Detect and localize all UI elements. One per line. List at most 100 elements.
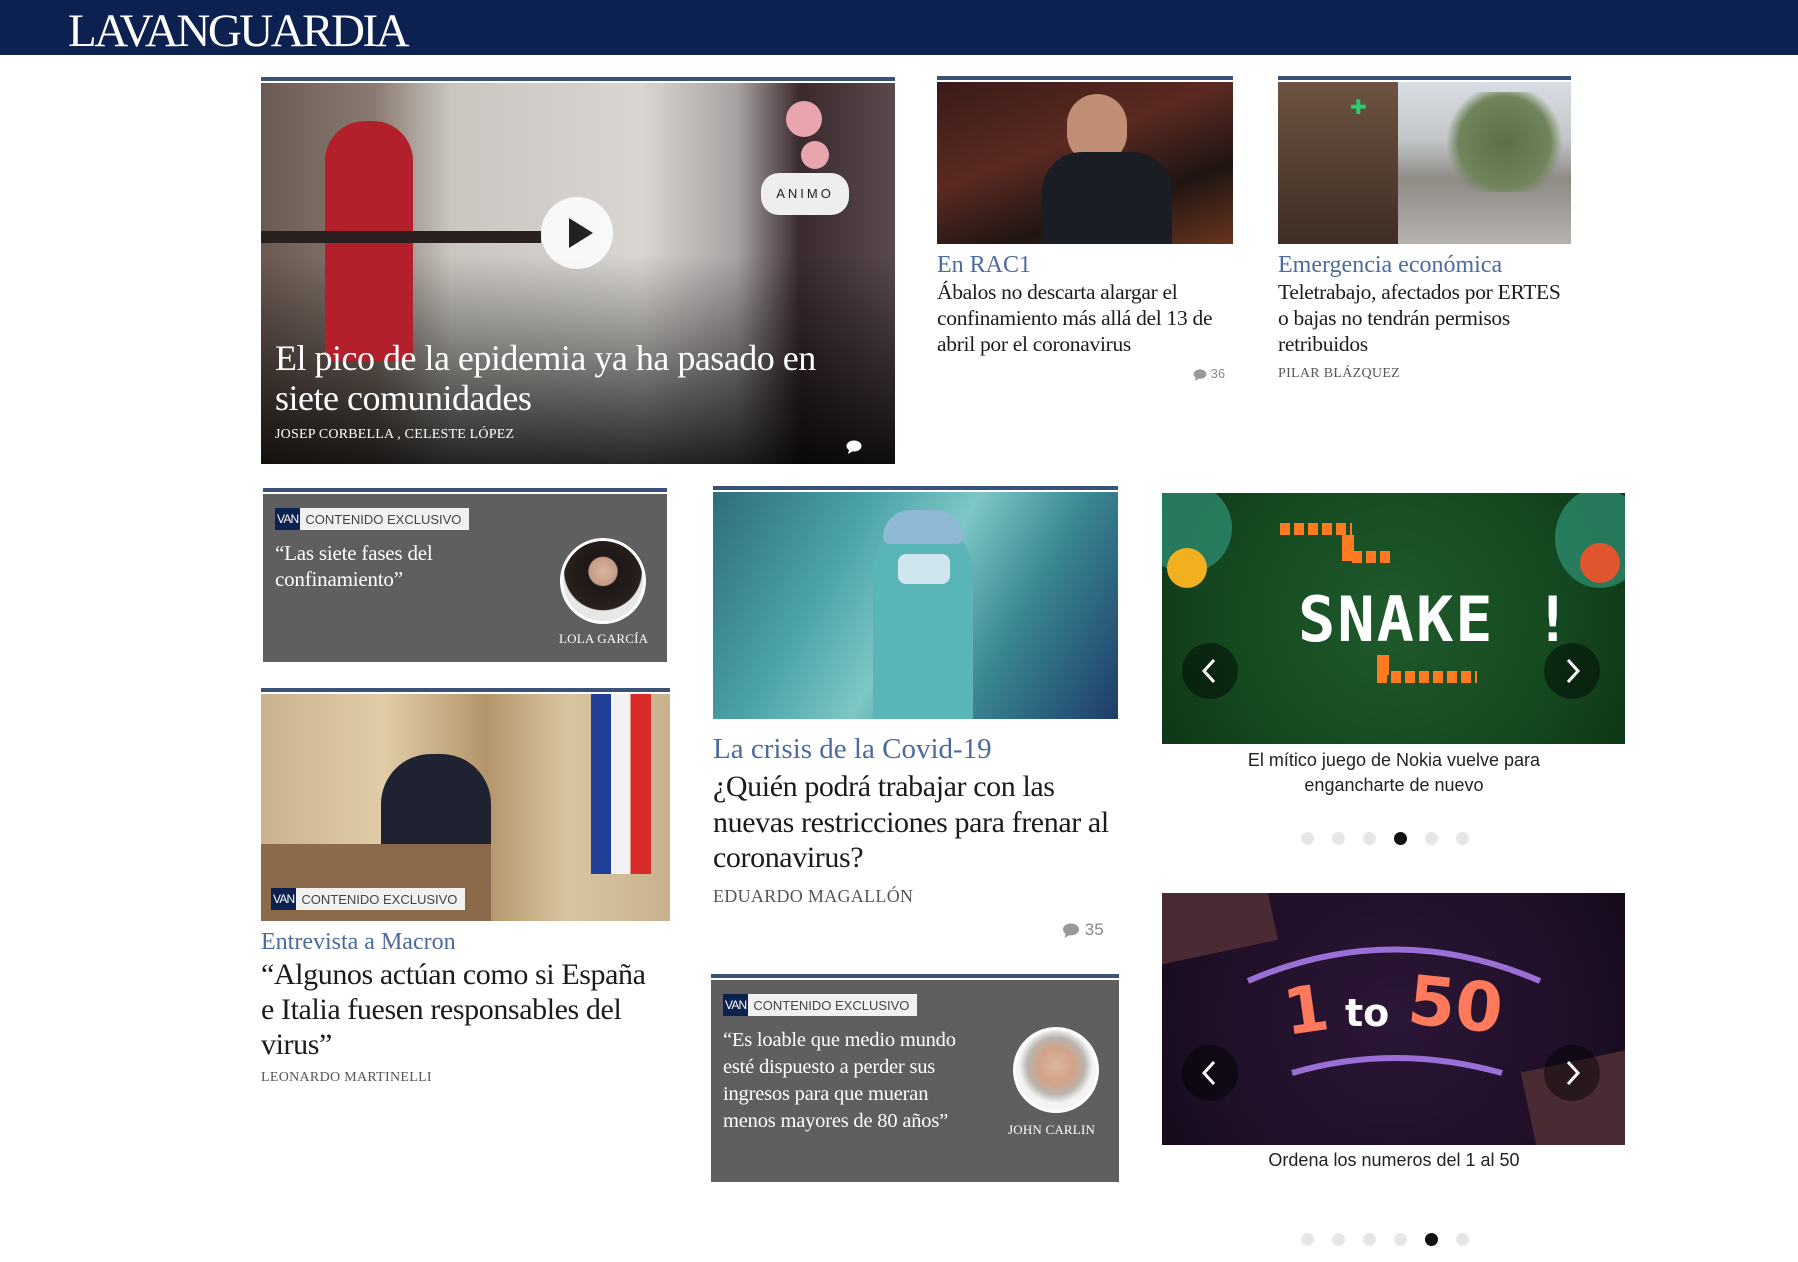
- opinion-quote[interactable]: “Es loable que medio mundo esté dispuest…: [723, 1027, 973, 1135]
- chevron-left-icon: [1201, 1060, 1216, 1086]
- opinion-carlin[interactable]: VAN CONTENIDO EXCLUSIVO “Es loable que m…: [711, 974, 1119, 1182]
- opinion-box[interactable]: VAN CONTENIDO EXCLUSIVO “Es loable que m…: [711, 980, 1119, 1182]
- game-1to50-caption[interactable]: Ordena los numeros del 1 al 50: [1212, 1148, 1576, 1173]
- opinion-author[interactable]: LOLA GARCÍA: [559, 631, 648, 647]
- opinion-author[interactable]: JOHN CARLIN: [1008, 1122, 1095, 1138]
- play-icon[interactable]: [541, 197, 613, 269]
- leaf-decor: [1167, 548, 1207, 588]
- carousel-dot[interactable]: [1363, 832, 1376, 845]
- exclusive-badge: VAN CONTENIDO EXCLUSIVO: [723, 994, 918, 1016]
- mask-shape: [898, 554, 950, 584]
- story-headline[interactable]: Ábalos no descarta alargar el confinamie…: [937, 279, 1233, 357]
- card-top-line: [1278, 76, 1571, 80]
- carousel-dot[interactable]: [1394, 1233, 1407, 1246]
- story-kicker[interactable]: En RAC1: [937, 252, 1031, 278]
- building-shape: [1278, 82, 1398, 244]
- story-headline[interactable]: “Algunos actúan como si España e Italia …: [261, 957, 661, 1062]
- card-top-line: [713, 486, 1118, 490]
- title-art-to: to: [1345, 991, 1390, 1035]
- story-author[interactable]: LEONARDO MARTINELLI: [261, 1070, 432, 1086]
- snake-title: SNAKE !: [1298, 583, 1574, 656]
- carousel-dot-active[interactable]: [1425, 1233, 1438, 1246]
- snake-body-shape: [1280, 523, 1352, 535]
- badge-label: CONTENIDO EXCLUSIVO: [301, 891, 458, 907]
- badge-label: CONTENIDO EXCLUSIVO: [753, 997, 910, 1013]
- card-top-line: [261, 77, 895, 81]
- comment-count-value: 35: [1084, 920, 1104, 939]
- carousel-dot[interactable]: [1425, 832, 1438, 845]
- comment-icon: [1193, 368, 1207, 381]
- site-logo[interactable]: LAVANGUARDIA: [68, 6, 410, 56]
- opinion-garcia[interactable]: VAN CONTENIDO EXCLUSIVO “Las siete fases…: [263, 488, 667, 662]
- carousel-dots: [1301, 1233, 1469, 1246]
- title-art-1: 1: [1279, 971, 1334, 1051]
- carousel-next-button[interactable]: [1544, 643, 1600, 699]
- story-covid-image[interactable]: [713, 492, 1118, 719]
- carousel-next-button[interactable]: [1544, 1045, 1600, 1101]
- story-headline[interactable]: ¿Quién podrá trabajar con las nuevas res…: [713, 769, 1118, 876]
- snake-body-shape: [1377, 671, 1477, 683]
- carousel-prev-button[interactable]: [1182, 643, 1238, 699]
- story-teletrabajo[interactable]: ✚ Emergencia económica Teletrabajo, afec…: [1278, 76, 1571, 386]
- comment-count[interactable]: 35: [1062, 920, 1104, 940]
- game-snake-banner[interactable]: SNAKE !: [1162, 493, 1625, 744]
- hero-sign: ANIMO: [761, 173, 849, 215]
- hero-railing-shape: [261, 231, 541, 243]
- exclusive-badge: VAN CONTENIDO EXCLUSIVO: [275, 508, 470, 530]
- story-teletrabajo-image[interactable]: ✚: [1278, 82, 1571, 244]
- top-bar: LAVANGUARDIA: [0, 0, 1798, 56]
- hero-story[interactable]: ANIMO El pico de la epidemia ya ha pasad…: [261, 77, 895, 464]
- trees-shape: [1438, 92, 1571, 192]
- pharmacy-cross-icon: ✚: [1350, 95, 1367, 119]
- story-macron-image[interactable]: VAN CONTENIDO EXCLUSIVO: [261, 694, 670, 921]
- carousel-dot[interactable]: [1332, 832, 1345, 845]
- badge-label: CONTENIDO EXCLUSIVO: [305, 511, 462, 527]
- snake-body-shape: [1352, 551, 1390, 563]
- hero-headline[interactable]: El pico de la epidemia ya ha pasado en s…: [275, 338, 875, 418]
- comment-count-value: 36: [1210, 366, 1226, 381]
- chevron-right-icon: [1566, 1060, 1581, 1086]
- carousel-dot[interactable]: [1301, 832, 1314, 845]
- story-macron[interactable]: VAN CONTENIDO EXCLUSIVO Entrevista a Mac…: [261, 688, 670, 1088]
- chevron-right-icon: [1566, 658, 1581, 684]
- story-headline[interactable]: Teletrabajo, afectados por ERTES o bajas…: [1278, 279, 1571, 357]
- story-covid[interactable]: La crisis de la Covid-19 ¿Quién podrá tr…: [713, 486, 1118, 946]
- story-kicker[interactable]: La crisis de la Covid-19: [713, 733, 992, 765]
- carousel-prev-button[interactable]: [1182, 1045, 1238, 1101]
- person-shape: [873, 522, 973, 719]
- suit-shape: [1042, 152, 1172, 244]
- story-kicker[interactable]: Entrevista a Macron: [261, 929, 456, 955]
- comment-icon[interactable]: [846, 440, 862, 459]
- carousel-dot-active[interactable]: [1394, 832, 1407, 845]
- carousel-dot[interactable]: [1363, 1233, 1376, 1246]
- card-top-line: [937, 76, 1233, 80]
- decor-dot: [801, 141, 829, 169]
- comment-icon: [1062, 923, 1080, 939]
- story-kicker[interactable]: Emergencia económica: [1278, 252, 1502, 278]
- card-top-line: [263, 488, 667, 492]
- game-snake-caption[interactable]: El mítico juego de Nokia vuelve para eng…: [1212, 748, 1576, 798]
- opinion-quote[interactable]: “Las siete fases del confinamiento”: [275, 540, 495, 592]
- opinion-box[interactable]: VAN CONTENIDO EXCLUSIVO “Las siete fases…: [263, 494, 667, 662]
- van-logo: VAN: [275, 508, 301, 530]
- carousel-dot[interactable]: [1332, 1233, 1345, 1246]
- author-avatar[interactable]: [1013, 1027, 1099, 1113]
- story-rac1-image[interactable]: [937, 82, 1233, 244]
- van-logo: VAN: [271, 888, 297, 910]
- story-author[interactable]: PILAR BLÁZQUEZ: [1278, 366, 1400, 382]
- title-art-50: 50: [1404, 961, 1507, 1050]
- comment-count[interactable]: 36: [1193, 366, 1225, 381]
- story-rac1[interactable]: En RAC1 Ábalos no descarta alargar el co…: [937, 76, 1233, 386]
- decor-dot: [786, 101, 822, 137]
- story-author[interactable]: EDUARDO MAGALLÓN: [713, 886, 913, 907]
- author-avatar[interactable]: [560, 538, 646, 624]
- carousel-dots: [1301, 832, 1469, 845]
- carousel-dot[interactable]: [1456, 832, 1469, 845]
- game-1to50-banner[interactable]: 1 to 50: [1162, 893, 1625, 1145]
- hero-image[interactable]: ANIMO El pico de la epidemia ya ha pasad…: [261, 83, 895, 464]
- van-logo: VAN: [723, 994, 749, 1016]
- card-top-line: [711, 974, 1119, 978]
- leaf-decor: [1580, 543, 1620, 583]
- carousel-dot[interactable]: [1301, 1233, 1314, 1246]
- carousel-dot[interactable]: [1456, 1233, 1469, 1246]
